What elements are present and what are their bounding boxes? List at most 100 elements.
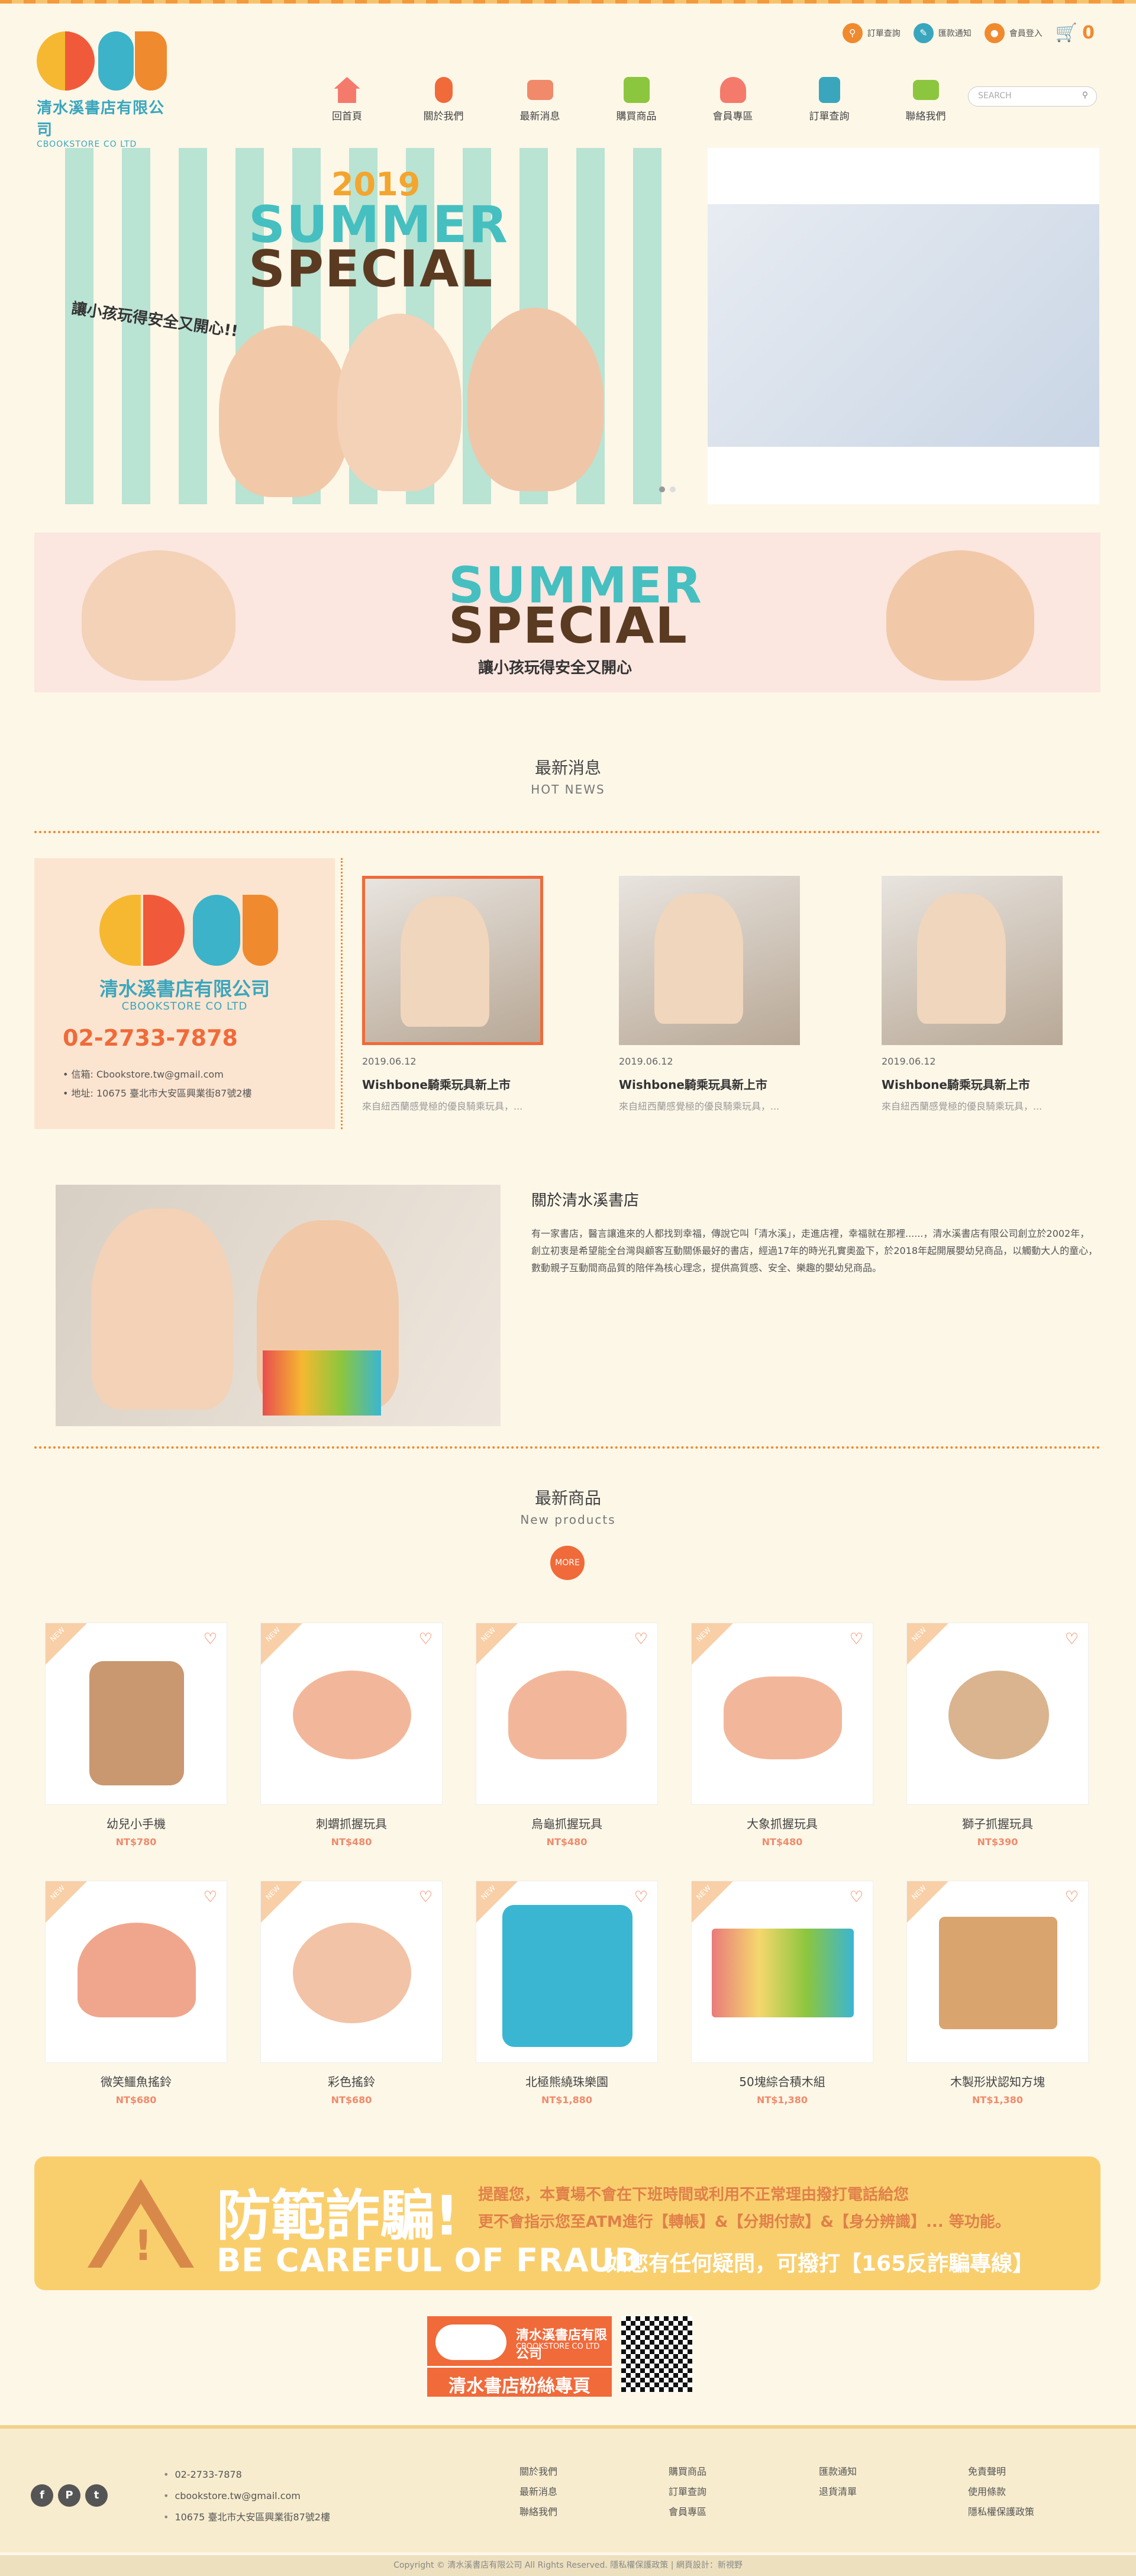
nav-about[interactable]: 關於我們 bbox=[395, 72, 492, 122]
footer-link[interactable]: 訂單查詢 bbox=[669, 2482, 706, 2502]
footer-email[interactable]: cbookstore.tw@gmail.com bbox=[163, 2485, 330, 2507]
fanpage-link[interactable]: 清水溪書店有限公司 CBOOKSTORE CO LTD 清水書店粉絲專頁 bbox=[427, 2316, 612, 2397]
summer-banner[interactable]: SUMMER SPECIAL 讓小孩玩得安全又開心 bbox=[34, 533, 1100, 692]
nav-label: 聯絡我們 bbox=[905, 111, 946, 122]
product-card[interactable]: NEW ♡ 大象抓握玩具 NT$480 bbox=[691, 1623, 873, 1848]
heart-icon[interactable]: ♡ bbox=[850, 1630, 863, 1648]
fraud-title: 防範詐騙! bbox=[217, 2184, 459, 2248]
nav-label: 訂單查詢 bbox=[809, 111, 850, 122]
dotted-divider bbox=[34, 831, 1100, 833]
footer-phone[interactable]: 02-2733-7878 bbox=[163, 2464, 330, 2485]
product-card[interactable]: NEW ♡ 彩色搖鈴 NT$680 bbox=[260, 1881, 443, 2106]
footer: f P t 02-2733-7878 cbookstore.tw@gmail.c… bbox=[0, 2425, 1136, 2552]
nav-contact[interactable]: 聯絡我們 bbox=[877, 72, 974, 122]
news-icon bbox=[527, 80, 553, 100]
fanpage-en: CBOOKSTORE CO LTD bbox=[516, 2342, 600, 2351]
product-card[interactable]: NEW ♡ 刺蝟抓握玩具 NT$480 bbox=[260, 1623, 443, 1848]
product-name: 刺蝟抓握玩具 bbox=[316, 1817, 387, 1831]
about-image bbox=[56, 1185, 501, 1426]
product-card[interactable]: NEW ♡ 微笑鱷魚搖鈴 NT$680 bbox=[45, 1881, 227, 2106]
news-date: 2019.06.12 bbox=[362, 1056, 417, 1067]
mother-child-photo bbox=[708, 204, 1099, 447]
nav-news[interactable]: 最新消息 bbox=[492, 72, 588, 122]
site-logo[interactable]: 清水溪書店有限公司 CBOOKSTORE CO LTD bbox=[37, 28, 173, 149]
twitter-icon[interactable]: t bbox=[85, 2484, 108, 2507]
heart-icon[interactable]: ♡ bbox=[419, 1888, 433, 1906]
news-title: Wishbone騎乘玩具新上市 bbox=[882, 1078, 1030, 1092]
footer-link[interactable]: 隱私權保護政策 bbox=[968, 2502, 1034, 2522]
heart-icon[interactable]: ♡ bbox=[204, 1630, 217, 1648]
product-name: 彩色搖鈴 bbox=[328, 2075, 375, 2089]
nav-member[interactable]: 會員專區 bbox=[685, 72, 781, 122]
company-en: CBOOKSTORE CO LTD bbox=[121, 1000, 248, 1013]
heart-icon[interactable]: ♡ bbox=[634, 1630, 648, 1648]
news-item[interactable]: 2019.06.12 Wishbone騎乘玩具新上市 來自紐西蘭感覺極的優良騎乘… bbox=[619, 876, 800, 1113]
products-section-title: 最新商品 New products bbox=[0, 1485, 1136, 1527]
product-card[interactable]: NEW ♡ 烏龜抓握玩具 NT$480 bbox=[476, 1623, 658, 1848]
fraud-line-2: 更不會指示您至ATM進行【轉帳】&【分期付款】&【身分辨識】... 等功能。 bbox=[478, 2213, 1011, 2231]
util-label: 匯款通知 bbox=[938, 28, 972, 38]
search-input[interactable]: SEARCH ⚲ bbox=[968, 86, 1097, 107]
nav-label: 會員專區 bbox=[712, 111, 753, 122]
news-date: 2019.06.12 bbox=[882, 1056, 936, 1067]
main-nav: 回首頁 關於我們 最新消息 購買商品 會員專區 訂單查詢 聯絡我們 bbox=[299, 72, 974, 122]
hero-side-image[interactable] bbox=[708, 148, 1099, 504]
company-email[interactable]: • 信箱: Cbookstore.tw@gmail.com bbox=[63, 1066, 224, 1081]
slider-dots[interactable] bbox=[659, 486, 676, 492]
facebook-icon[interactable]: f bbox=[31, 2484, 53, 2507]
product-image bbox=[293, 1923, 411, 2023]
product-price: NT$1,880 bbox=[541, 2094, 593, 2106]
baby-image bbox=[886, 550, 1034, 681]
news-desc: 來自紐西蘭感覺極的優良騎乘玩具，... bbox=[362, 1101, 523, 1112]
more-button[interactable]: MORE bbox=[550, 1546, 585, 1580]
cart-button[interactable]: 🛒 0 bbox=[1056, 22, 1095, 43]
heart-icon[interactable]: ♡ bbox=[1065, 1888, 1079, 1906]
baby-image bbox=[219, 325, 349, 497]
about-icon bbox=[434, 77, 453, 103]
about-text: 有一家書店，醫言讓進來的人都找到幸福，傳說它叫「清水溪」，走進店裡，幸福就在那裡… bbox=[531, 1228, 1098, 1274]
footer-link[interactable]: 聯絡我們 bbox=[519, 2502, 557, 2522]
product-card[interactable]: NEW ♡ 幼兒小手機 NT$780 bbox=[45, 1623, 227, 1848]
nav-label: 購買商品 bbox=[616, 111, 657, 122]
util-member-login[interactable]: ● 會員登入 bbox=[984, 22, 1043, 43]
footer-link[interactable]: 關於我們 bbox=[519, 2462, 557, 2482]
news-item[interactable]: 2019.06.12 Wishbone騎乘玩具新上市 來自紐西蘭感覺極的優良騎乘… bbox=[882, 876, 1063, 1113]
nav-home[interactable]: 回首頁 bbox=[299, 72, 395, 122]
news-item[interactable]: 2019.06.12 Wishbone騎乘玩具新上市 來自紐西蘭感覺極的優良騎乘… bbox=[362, 876, 543, 1113]
footer-link[interactable]: 免責聲明 bbox=[968, 2462, 1034, 2482]
heart-icon[interactable]: ♡ bbox=[850, 1888, 863, 1906]
footer-link[interactable]: 會員專區 bbox=[669, 2502, 706, 2522]
search-placeholder: SEARCH bbox=[978, 91, 1012, 101]
nav-label: 關於我們 bbox=[423, 111, 464, 122]
shop-icon bbox=[623, 77, 650, 103]
product-card[interactable]: NEW ♡ 北極熊繞珠樂園 NT$1,880 bbox=[476, 1881, 658, 2106]
heart-icon[interactable]: ♡ bbox=[634, 1888, 648, 1906]
nav-order[interactable]: 訂單查詢 bbox=[781, 72, 877, 122]
product-card[interactable]: NEW ♡ 木製形狀認知方塊 NT$1,380 bbox=[906, 1881, 1089, 2106]
product-card[interactable]: NEW ♡ 50塊綜合積木組 NT$1,380 bbox=[691, 1881, 873, 2106]
product-name: 烏龜抓握玩具 bbox=[531, 1817, 602, 1831]
footer-link[interactable]: 匯款通知 bbox=[819, 2462, 857, 2482]
banner-slogan: 讓小孩玩得安全又開心 bbox=[478, 659, 632, 677]
section-subtitle: New products bbox=[520, 1513, 616, 1527]
product-price: NT$1,380 bbox=[972, 2094, 1024, 2106]
hero-slider[interactable]: 2019 SUMMER SPECIAL 讓小孩玩得安全又開心!! bbox=[65, 148, 688, 504]
nav-shop[interactable]: 購買商品 bbox=[588, 72, 685, 122]
heart-icon[interactable]: ♡ bbox=[419, 1630, 433, 1648]
util-remit-notice[interactable]: ✎ 匯款通知 bbox=[913, 22, 972, 43]
pinterest-icon[interactable]: P bbox=[58, 2484, 80, 2507]
footer-link[interactable]: 最新消息 bbox=[519, 2482, 557, 2502]
footer-links-1: 關於我們 最新消息 聯絡我們 bbox=[519, 2462, 557, 2522]
home-icon bbox=[334, 77, 360, 103]
footer-link[interactable]: 使用條款 bbox=[968, 2482, 1034, 2502]
company-phone[interactable]: 02-2733-7878 bbox=[63, 1025, 238, 1051]
heart-icon[interactable]: ♡ bbox=[204, 1888, 217, 1906]
news-desc: 來自紐西蘭感覺極的優良騎乘玩具，... bbox=[882, 1101, 1043, 1112]
util-order-query[interactable]: ⚲ 訂單查詢 bbox=[842, 22, 901, 43]
search-icon[interactable]: ⚲ bbox=[1082, 91, 1088, 100]
product-card[interactable]: NEW ♡ 獅子抓握玩具 NT$390 bbox=[906, 1623, 1089, 1848]
heart-icon[interactable]: ♡ bbox=[1065, 1630, 1079, 1648]
footer-link[interactable]: 退貨清單 bbox=[819, 2482, 857, 2502]
footer-link[interactable]: 購買商品 bbox=[669, 2462, 706, 2482]
hero-title-2: SPECIAL bbox=[248, 240, 494, 299]
